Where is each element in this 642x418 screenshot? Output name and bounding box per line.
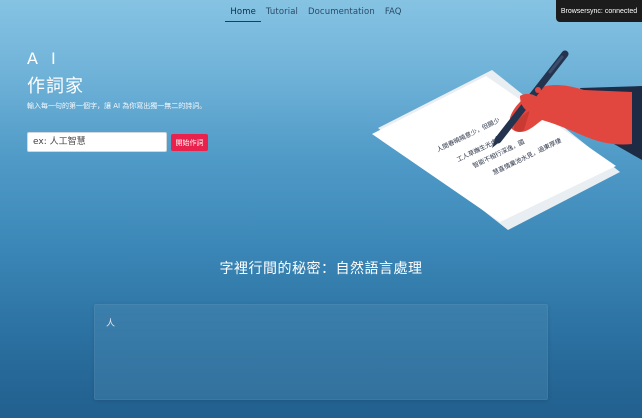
nav-tutorial[interactable]: Tutorial [261,1,303,22]
nav-documentation[interactable]: Documentation [303,1,380,22]
nav-home[interactable]: Home [225,1,261,22]
nav-links: Home Tutorial Documentation FAQ [225,1,406,22]
browsersync-badge: Browsersync: connected [556,0,642,22]
output-panel: 人 [94,304,548,400]
top-nav: Home Tutorial Documentation FAQ [0,0,642,22]
lyric-seed-input[interactable] [27,132,167,152]
nlp-section-title: 字裡行間的秘密：自然語言處理 [219,261,423,277]
writing-hand-illustration: 人間春曉曉意少，但願少 工人草嫵生光處 智能不相行深逸，國 慧喜情棄池水見，過東… [372,50,642,230]
start-writing-button[interactable]: 開始作詞 [171,134,208,151]
nav-faq[interactable]: FAQ [380,1,407,22]
hero-subtitle: 輸入每一句的第一個字，讓 AI 為你寫出獨一無二的詩詞。 [27,102,207,110]
hero-title-lyricist: 作詞家 [27,76,84,97]
output-panel-text: 人 [106,319,116,329]
hero-title-ai: A I [27,49,60,68]
